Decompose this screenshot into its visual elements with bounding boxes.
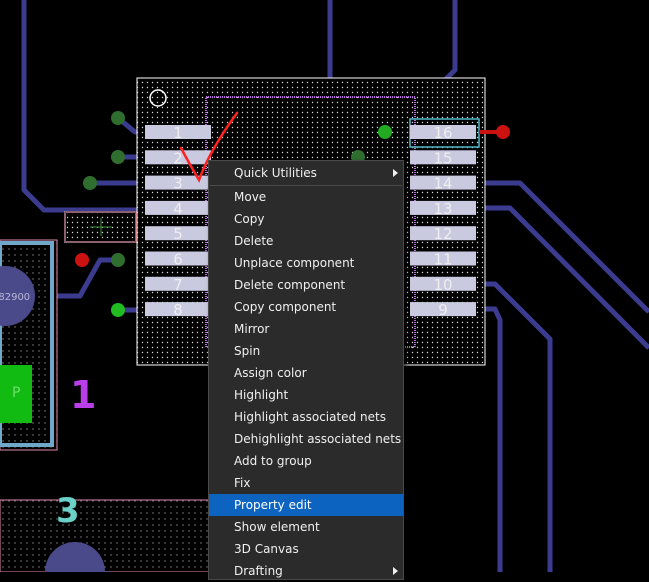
menu-item-label: Unplace component (234, 256, 355, 270)
menu-item-add-to-group[interactable]: Add to group (209, 450, 403, 472)
via (111, 150, 125, 164)
via (83, 176, 97, 190)
left-pin-label: 6 (173, 251, 183, 269)
menu-item-label: Dehighlight associated nets (234, 432, 402, 446)
right-pin-label: 13 (433, 200, 452, 218)
menu-item-label: Show element (234, 520, 320, 534)
right-pin-label: 12 (433, 225, 452, 243)
menu-item-fix[interactable]: Fix (209, 472, 403, 494)
context-menu: Quick Utilities Move Copy Delete Unplace com… (208, 160, 404, 580)
menu-item-label: Delete (234, 234, 274, 248)
menu-item-label: 3D Canvas (234, 542, 299, 556)
trace-right-10 (475, 281, 553, 572)
menu-item-3d-canvas[interactable]: 3D Canvas (209, 538, 403, 560)
menu-item-label: Quick Utilities (234, 166, 317, 180)
menu-item-highlight-associated-nets[interactable]: Highlight associated nets (209, 406, 403, 428)
left-pin-label: 2 (173, 149, 183, 167)
small-component[interactable] (64, 211, 137, 243)
menu-item-label: Move (234, 190, 267, 204)
menu-item-label: Property edit (234, 498, 312, 512)
trace-left-vertical (21, 0, 145, 213)
left-pin-label: 5 (173, 225, 183, 243)
right-pin-label: 9 (438, 301, 448, 319)
menu-item-highlight[interactable]: Highlight (209, 384, 403, 406)
left-pin-label: 1 (173, 124, 183, 142)
submenu-arrow-icon (393, 169, 398, 177)
menu-item-unplace-component[interactable]: Unplace component (209, 252, 403, 274)
left-component-p: P (12, 385, 20, 401)
menu-item-drafting[interactable]: Drafting (209, 560, 403, 582)
menu-item-label: Mirror (234, 322, 270, 336)
left-pin-label: 3 (173, 175, 183, 193)
menu-item-label: Highlight associated nets (234, 410, 386, 424)
menu-item-label: Copy component (234, 300, 337, 314)
right-pin-label: 14 (433, 175, 452, 193)
menu-item-quick-utilities[interactable]: Quick Utilities (209, 162, 403, 184)
menu-item-spin[interactable]: Spin (209, 340, 403, 362)
left-pin-label: 4 (173, 200, 183, 218)
menu-item-label: Delete component (234, 278, 346, 292)
menu-item-label: Spin (234, 344, 261, 358)
submenu-arrow-icon (393, 567, 398, 575)
menu-item-mirror[interactable]: Mirror (209, 318, 403, 340)
right-pin-label: 11 (433, 251, 452, 269)
menu-item-label: Copy (234, 212, 265, 226)
left-component-text: 082900 (0, 292, 30, 303)
left-pin-label: 7 (173, 276, 183, 294)
via (378, 125, 392, 139)
menu-item-label: Assign color (234, 366, 307, 380)
menu-item-property-edit[interactable]: Property edit (209, 494, 403, 516)
menu-item-move[interactable]: Move (209, 186, 403, 208)
bottom-board-region (0, 499, 211, 572)
menu-item-copy[interactable]: Copy (209, 208, 403, 230)
menu-item-label: Add to group (234, 454, 312, 468)
menu-item-dehighlight-associated-nets[interactable]: Dehighlight associated nets (209, 428, 403, 450)
via-red (75, 253, 89, 267)
via (111, 111, 125, 125)
menu-item-label: Fix (234, 476, 251, 490)
bottom-label-3: 3 (56, 491, 80, 531)
menu-item-label: Highlight (234, 388, 289, 402)
menu-item-copy-component[interactable]: Copy component (209, 296, 403, 318)
right-pin-label: 10 (433, 276, 452, 294)
via (111, 253, 125, 267)
left-pin-label: 8 (173, 301, 183, 319)
menu-item-delete[interactable]: Delete (209, 230, 403, 252)
menu-item-assign-color[interactable]: Assign color (209, 362, 403, 384)
right-pin-label: 16 (433, 124, 452, 142)
left-component[interactable]: 082900 P (0, 239, 58, 451)
side-label-1: 1 (70, 373, 96, 417)
menu-item-show-element[interactable]: Show element (209, 516, 403, 538)
menu-item-delete-component[interactable]: Delete component (209, 274, 403, 296)
menu-item-label: Drafting (234, 564, 283, 578)
right-pin-label: 15 (433, 149, 452, 167)
via (111, 303, 125, 317)
